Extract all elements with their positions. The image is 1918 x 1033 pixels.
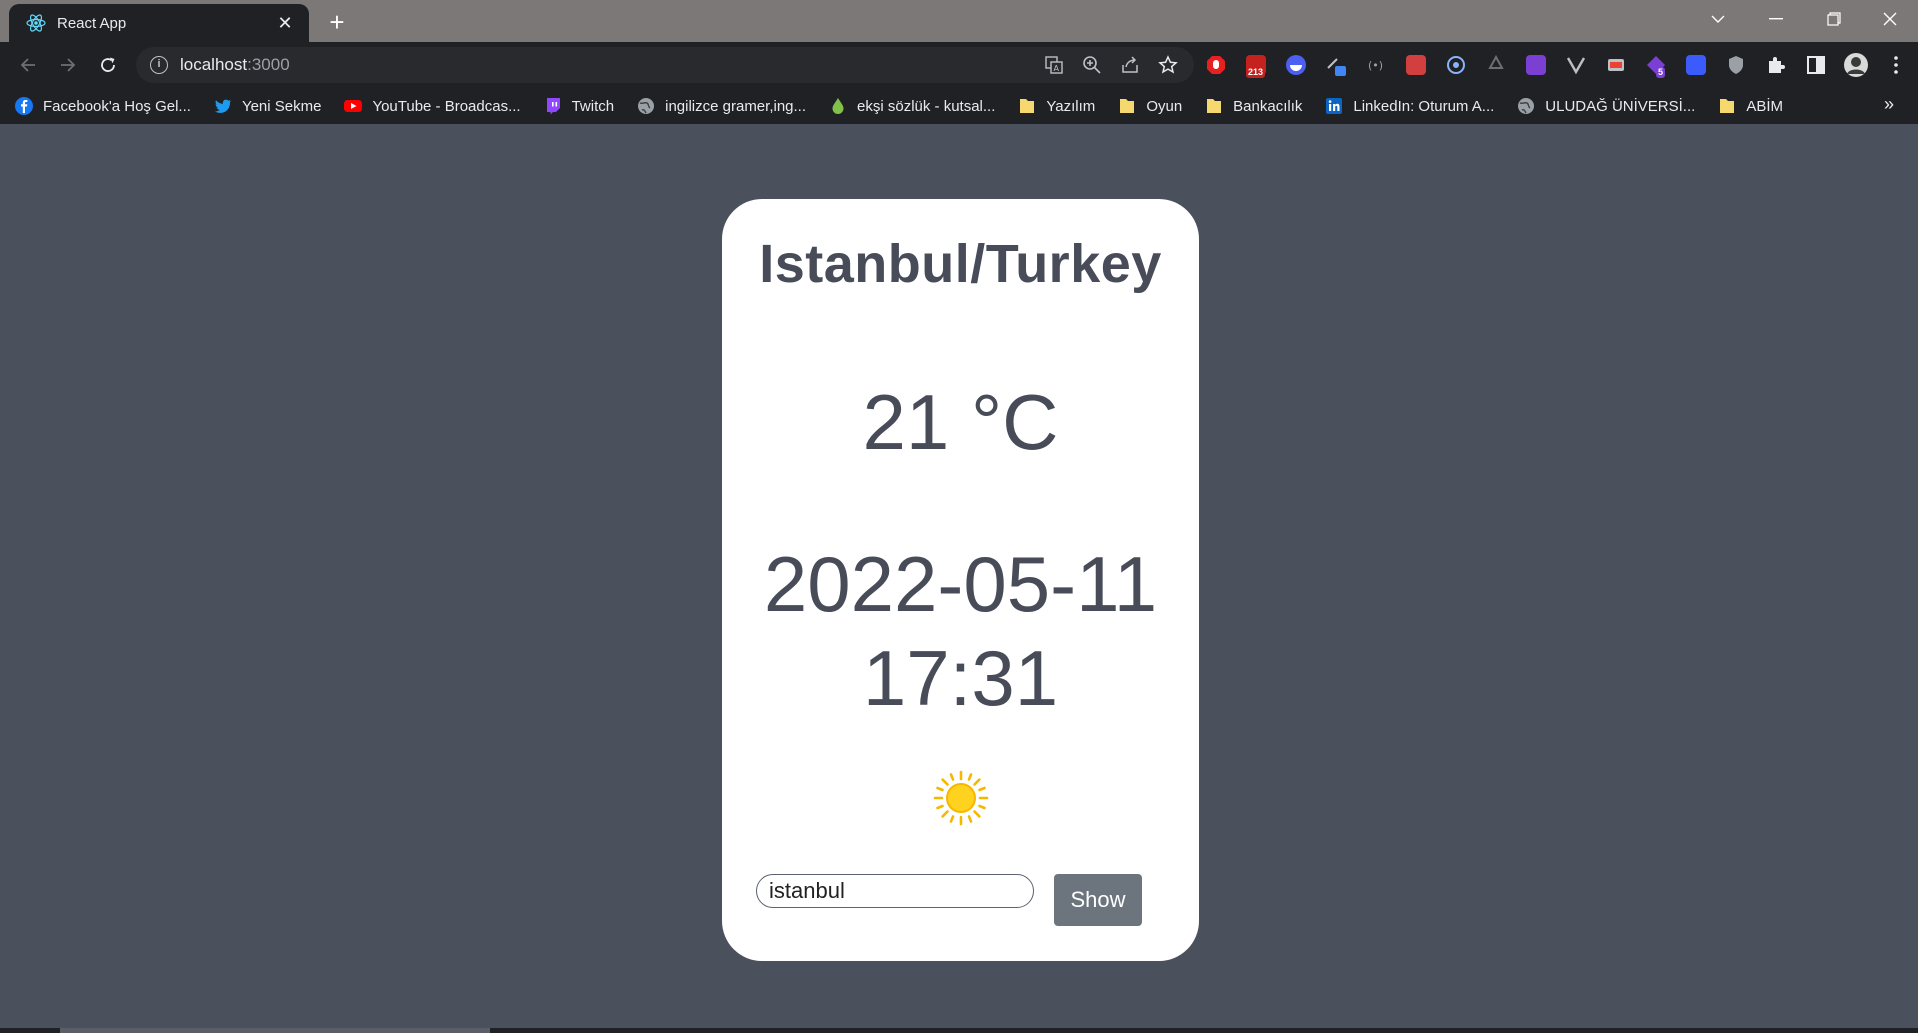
- svg-text:(•): (•): [1368, 59, 1383, 72]
- new-tab-button[interactable]: +: [322, 8, 352, 38]
- city-title: Istanbul/Turkey: [759, 234, 1162, 294]
- bookmark-label: Twitch: [571, 97, 615, 115]
- tab-strip: React App ✕ +: [0, 0, 1918, 42]
- date-time: 2022-05-11 17:31: [722, 537, 1199, 725]
- tab-title: React App: [57, 14, 127, 32]
- folder-icon: [1717, 96, 1737, 116]
- more-bookmarks-icon[interactable]: »: [1884, 94, 1902, 115]
- linkedin-icon: [1324, 96, 1344, 116]
- minimize-icon[interactable]: [1748, 0, 1804, 38]
- twitter-icon: [213, 96, 233, 116]
- share-icon[interactable]: [1118, 53, 1142, 77]
- bookmark-label: ekşi sözlük - kutsal...: [857, 97, 996, 115]
- game-extension-icon[interactable]: [1400, 49, 1432, 81]
- reload-icon[interactable]: [92, 49, 124, 81]
- browser-toolbar: i localhost:3000 A 213 (•) 5: [0, 42, 1918, 88]
- facebook-icon: [14, 96, 34, 116]
- mail-badge: 213: [1246, 67, 1266, 78]
- link-extension-icon[interactable]: [1680, 49, 1712, 81]
- time: 17:31: [862, 634, 1059, 722]
- shield-extension-icon[interactable]: [1720, 49, 1752, 81]
- sync-extension-icon[interactable]: [1440, 49, 1472, 81]
- twitch-icon: [543, 96, 563, 116]
- bookmark-label: ingilizce gramer,ing...: [665, 97, 807, 115]
- bookmark-item[interactable]: Bankacılık: [1204, 96, 1302, 116]
- bookmark-item[interactable]: YouTube - Broadcas...: [343, 96, 521, 116]
- bookmark-item[interactable]: Twitch: [543, 96, 615, 116]
- forward-arrow-icon[interactable]: [52, 49, 84, 81]
- svg-text:A: A: [1054, 64, 1060, 73]
- folder-icon: [1017, 96, 1037, 116]
- bookmark-item[interactable]: ingilizce gramer,ing...: [636, 96, 806, 116]
- screen-extension-icon[interactable]: [1600, 49, 1632, 81]
- zoom-icon[interactable]: [1080, 53, 1104, 77]
- browser-tab-active[interactable]: React App ✕: [9, 4, 309, 42]
- bookmarks-bar: Facebook'a Hoş Gel... Yeni Sekme YouTube -…: [0, 88, 1918, 124]
- bottom-edge: [0, 1028, 1918, 1033]
- close-tab-icon[interactable]: ✕: [275, 13, 295, 33]
- bookmark-label: ULUDAĞ ÜNİVERSİ...: [1545, 97, 1696, 115]
- globe-icon: [1516, 96, 1536, 116]
- site-info-icon[interactable]: i: [150, 56, 168, 74]
- profile-avatar-icon[interactable]: [1840, 49, 1872, 81]
- translate-icon[interactable]: A: [1042, 53, 1066, 77]
- bookmark-label: Bankacılık: [1233, 97, 1303, 115]
- media-extension-icon[interactable]: [1520, 49, 1552, 81]
- url-port: :3000: [247, 55, 290, 74]
- bookmark-item[interactable]: Yeni Sekme: [213, 96, 322, 116]
- close-window-icon[interactable]: [1862, 0, 1918, 38]
- date: 2022-05-11: [763, 540, 1158, 628]
- bookmark-label: ABİM: [1746, 97, 1783, 115]
- puzzle-extensions-icon[interactable]: [1760, 49, 1792, 81]
- bookmark-item[interactable]: Oyun: [1117, 96, 1182, 116]
- bookmark-label: Facebook'a Hoş Gel...: [43, 97, 191, 115]
- drop-icon: [828, 96, 848, 116]
- temperature: 21 °C: [862, 378, 1059, 466]
- v-extension-icon[interactable]: [1560, 49, 1592, 81]
- youtube-icon: [343, 96, 363, 116]
- tab-search-icon[interactable]: [1690, 0, 1746, 38]
- bookmark-item[interactable]: ULUDAĞ ÜNİVERSİ...: [1516, 96, 1695, 116]
- show-button[interactable]: Show: [1054, 874, 1142, 926]
- bookmark-item[interactable]: Facebook'a Hoş Gel...: [14, 96, 191, 116]
- bookmark-label: Yeni Sekme: [241, 97, 322, 115]
- side-panel-icon[interactable]: [1800, 49, 1832, 81]
- bookmark-item[interactable]: LinkedIn: Oturum A...: [1324, 96, 1494, 116]
- recycle-extension-icon[interactable]: [1480, 49, 1512, 81]
- url-text: localhost:3000: [180, 55, 290, 75]
- pen-extension-icon[interactable]: [1320, 49, 1352, 81]
- restore-icon[interactable]: [1806, 0, 1862, 38]
- bookmark-item[interactable]: Yazılım: [1017, 96, 1095, 116]
- address-bar[interactable]: i localhost:3000 A: [136, 47, 1194, 83]
- back-arrow-icon[interactable]: [12, 49, 44, 81]
- notification-extension-icon[interactable]: 5: [1640, 49, 1672, 81]
- bookmark-label: Oyun: [1146, 97, 1183, 115]
- folder-icon: [1117, 96, 1137, 116]
- bookmark-label: LinkedIn: Oturum A...: [1353, 97, 1495, 115]
- mail-extension-icon[interactable]: 213: [1240, 49, 1272, 81]
- bookmark-star-icon[interactable]: [1156, 53, 1180, 77]
- adblock-extension-icon[interactable]: [1200, 49, 1232, 81]
- url-host: localhost: [180, 55, 248, 74]
- extensions-area: 213 (•) 5: [1200, 49, 1912, 81]
- bookmark-label: Yazılım: [1046, 97, 1096, 115]
- wave-extension-icon[interactable]: (•): [1360, 49, 1392, 81]
- extension-badge: 5: [1656, 67, 1666, 78]
- circle-extension-icon[interactable]: [1280, 49, 1312, 81]
- menu-kebab-icon[interactable]: [1880, 49, 1912, 81]
- bookmark-item[interactable]: ekşi sözlük - kutsal...: [828, 96, 995, 116]
- weather-card: Istanbul/Turkey 21 °C 2022-05-11 17:31 S…: [722, 199, 1199, 961]
- globe-icon: [636, 96, 656, 116]
- folder-icon: [1204, 96, 1224, 116]
- bookmark-item[interactable]: ABİM: [1717, 96, 1783, 116]
- react-logo-icon: [25, 12, 47, 34]
- city-search-input[interactable]: [756, 874, 1034, 908]
- sun-icon: [933, 770, 989, 826]
- bookmark-label: YouTube - Broadcas...: [372, 97, 521, 115]
